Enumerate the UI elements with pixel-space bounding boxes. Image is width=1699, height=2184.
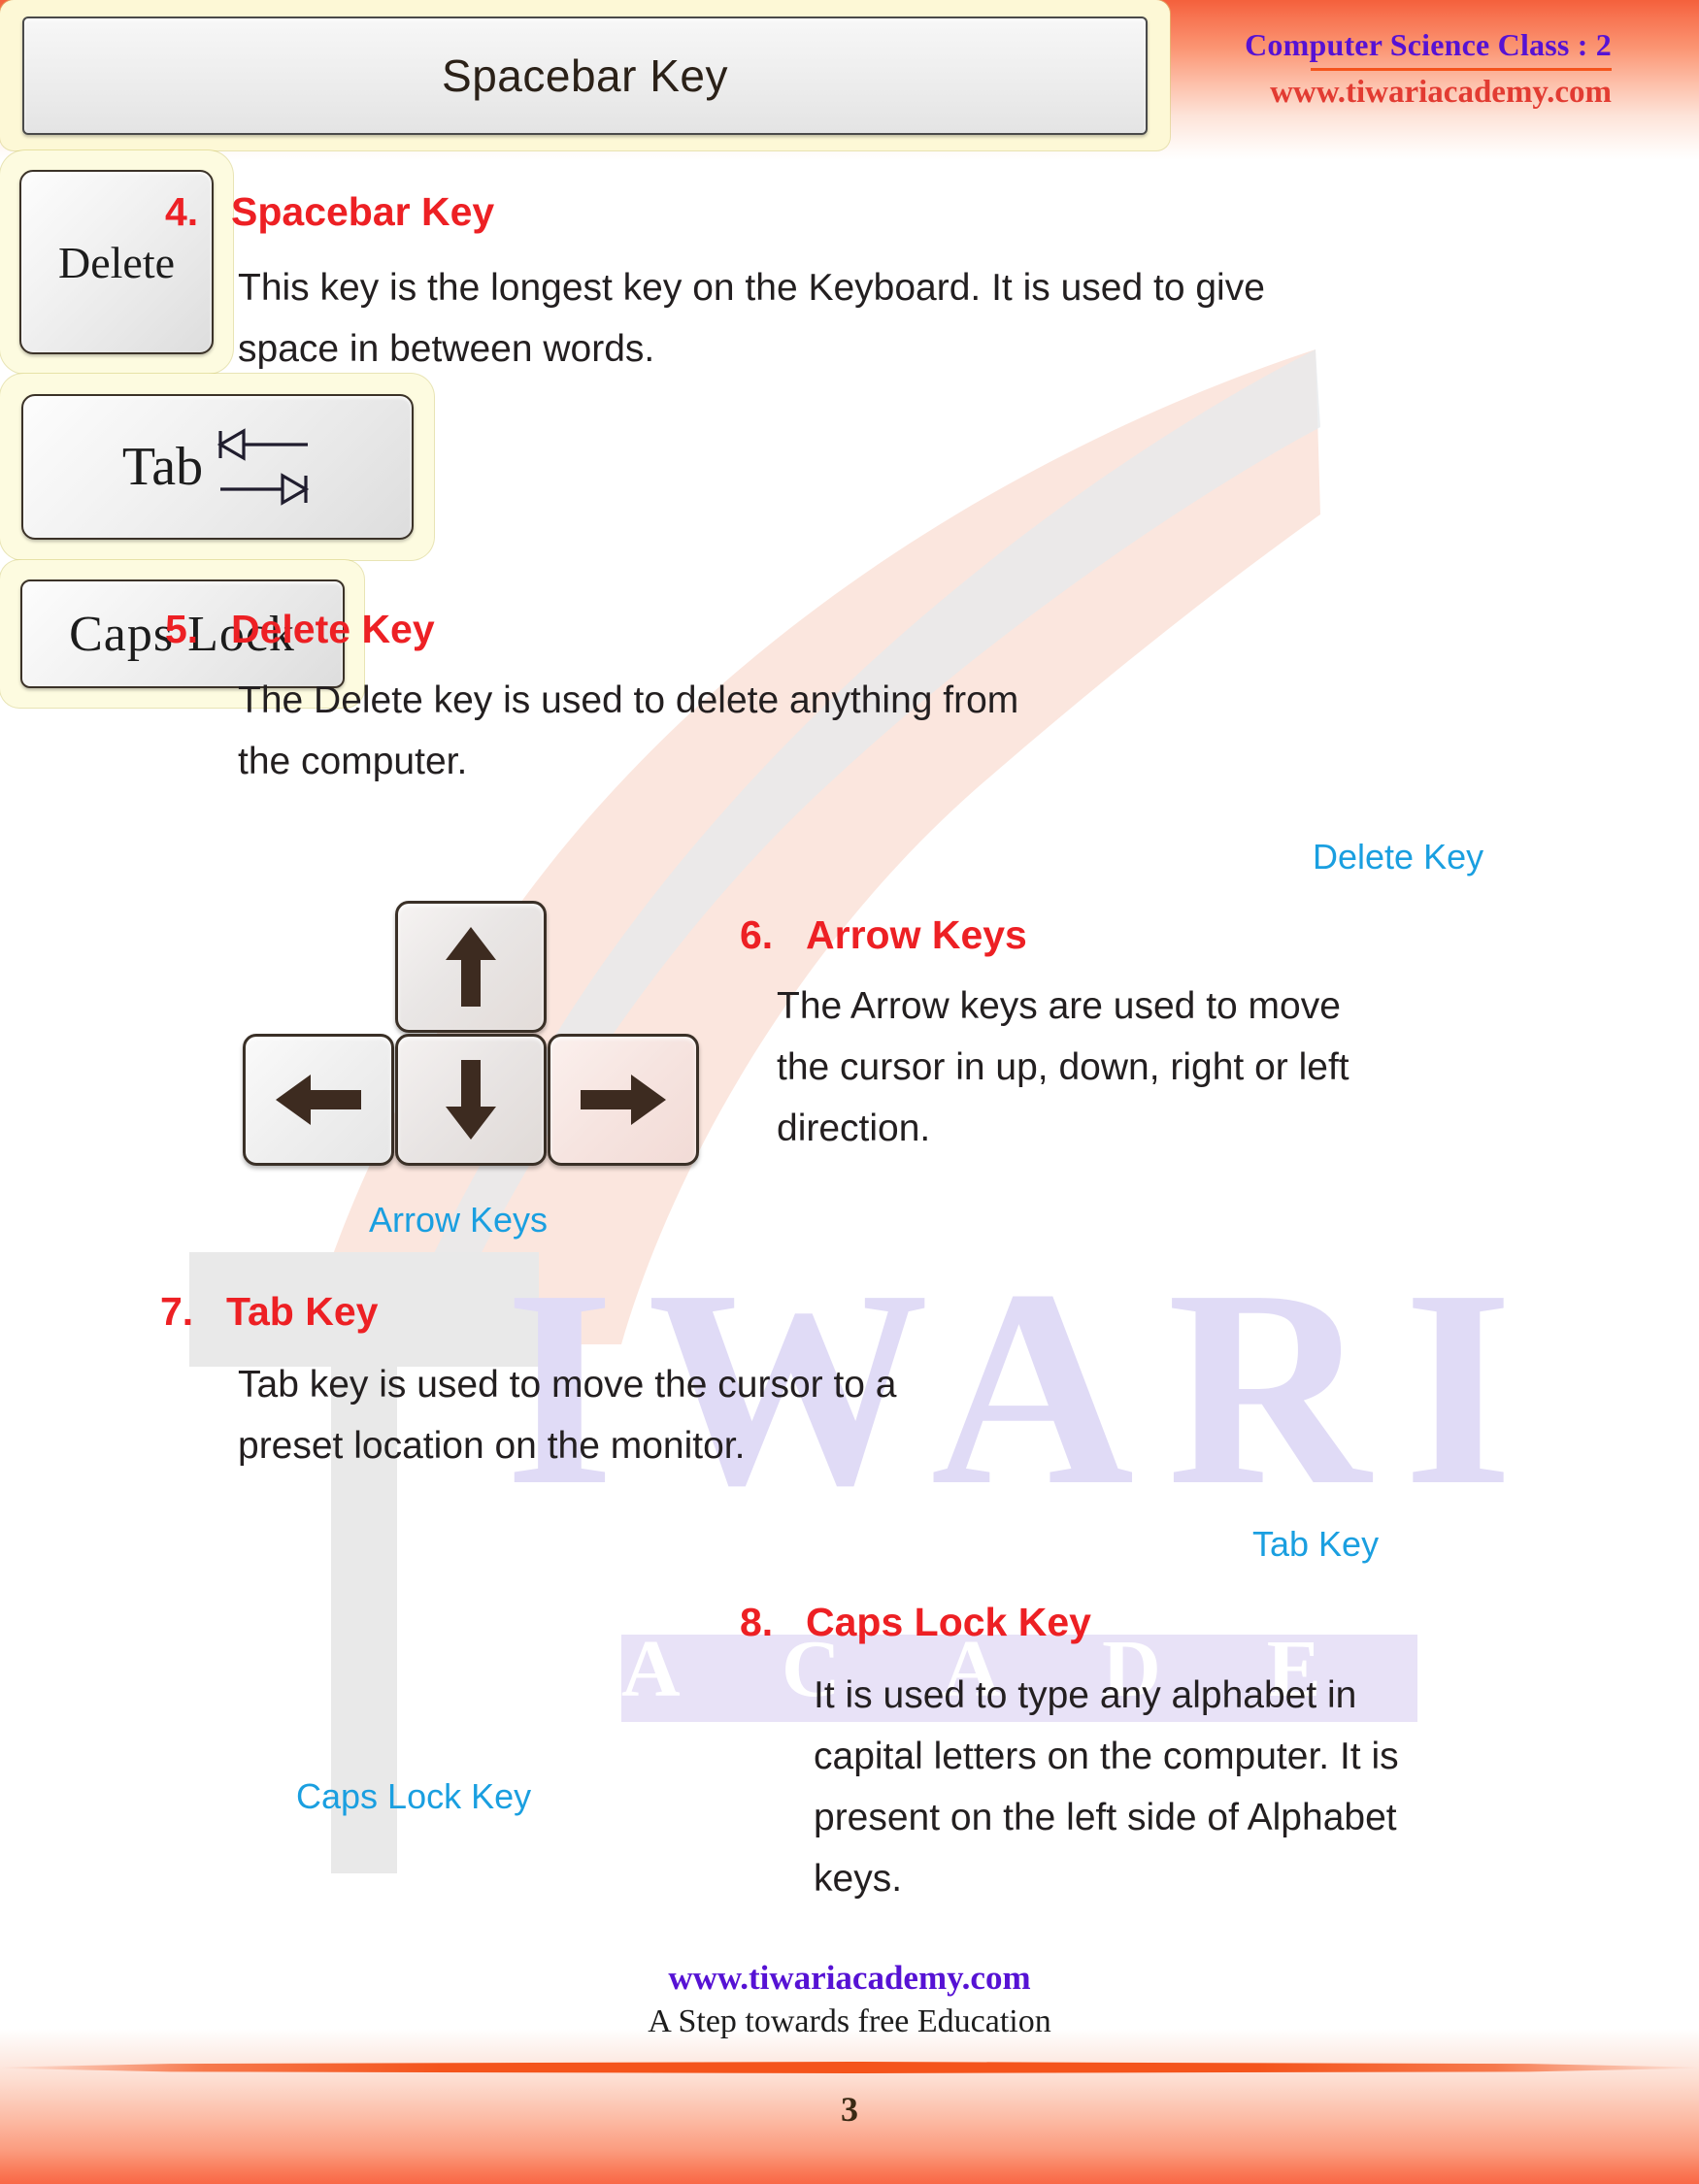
section-number: 7. bbox=[160, 1289, 194, 1334]
page-header: Computer Science Class : 2 www.tiwariaca… bbox=[1245, 27, 1612, 111]
right-arrow-key bbox=[548, 1034, 699, 1166]
header-divider bbox=[1311, 68, 1612, 71]
section-number: 4. bbox=[165, 189, 199, 234]
up-arrow-icon bbox=[446, 927, 496, 1007]
down-arrow-icon bbox=[446, 1060, 496, 1140]
section-heading-capslock: 8. Caps Lock Key bbox=[740, 1600, 1091, 1645]
section-body-arrow: The Arrow keys are used to move the curs… bbox=[777, 976, 1544, 1159]
body-line: This key is the longest key on the Keybo… bbox=[238, 267, 1265, 309]
section-body-delete: The Delete key is used to delete anythin… bbox=[238, 670, 1267, 792]
page-number: 3 bbox=[841, 2090, 858, 2129]
section-heading-spacebar: 4. Spacebar Key bbox=[165, 189, 494, 235]
body-line: preset location on the monitor. bbox=[238, 1425, 746, 1467]
body-line: space in between words. bbox=[238, 328, 655, 370]
section-title: Arrow Keys bbox=[806, 912, 1027, 957]
delete-key-graphic: Delete bbox=[0, 150, 233, 374]
section-heading-arrow: 6. Arrow Keys bbox=[740, 912, 1027, 958]
body-line: direction. bbox=[777, 1108, 931, 1149]
delete-key-label: Delete bbox=[57, 237, 176, 287]
section-body-tab: Tab key is used to move the cursor to a … bbox=[238, 1354, 1044, 1476]
document-page: IWARI A C A D E M Y Computer Science Cla… bbox=[0, 0, 1699, 2184]
body-line: The Arrow keys are used to move bbox=[777, 985, 1341, 1027]
left-arrow-icon bbox=[276, 1075, 361, 1125]
page-footer: www.tiwariacademy.com A Step towards fre… bbox=[0, 1959, 1699, 2040]
header-url[interactable]: www.tiwariacademy.com bbox=[1245, 75, 1612, 111]
caps-lock-key-caption: Caps Lock Key bbox=[296, 1776, 532, 1816]
down-arrow-key bbox=[395, 1034, 547, 1166]
tab-key-graphic: Tab bbox=[0, 374, 434, 560]
section-number: 5. bbox=[165, 607, 199, 651]
spacebar-key-face: Spacebar Key bbox=[22, 16, 1148, 135]
right-arrow-icon bbox=[581, 1075, 666, 1125]
body-line: present on the left side of Alphabet bbox=[814, 1797, 1397, 1838]
body-line: capital letters on the computer. It is bbox=[814, 1736, 1399, 1777]
tab-arrows-icon bbox=[217, 428, 310, 506]
section-body-spacebar: This key is the longest key on the Keybo… bbox=[238, 257, 1539, 380]
spacebar-key-graphic: Spacebar Key bbox=[0, 0, 1170, 150]
section-title: Spacebar Key bbox=[231, 189, 495, 234]
body-line: It is used to type any alphabet in bbox=[814, 1674, 1357, 1716]
tab-key-face: Tab bbox=[20, 394, 414, 540]
footer-url[interactable]: www.tiwariacademy.com bbox=[0, 1959, 1699, 1998]
footer-tagline: A Step towards free Education bbox=[648, 2003, 1051, 2039]
section-number: 6. bbox=[740, 912, 774, 957]
section-heading-tab: 7. Tab Key bbox=[160, 1289, 378, 1335]
up-arrow-key bbox=[395, 901, 547, 1033]
body-line: the cursor in up, down, right or left bbox=[777, 1046, 1349, 1088]
spacebar-key-label: Spacebar Key bbox=[442, 50, 728, 101]
header-title: Computer Science Class : 2 bbox=[1245, 27, 1612, 62]
tab-key-label: Tab bbox=[121, 437, 204, 497]
delete-key-caption: Delete Key bbox=[1313, 837, 1484, 877]
left-arrow-key bbox=[243, 1034, 394, 1166]
section-heading-delete: 5. Delete Key bbox=[165, 607, 435, 652]
section-title: Tab Key bbox=[226, 1289, 379, 1334]
section-body-capslock: It is used to type any alphabet in capit… bbox=[814, 1665, 1551, 1909]
body-line: the computer. bbox=[238, 741, 468, 782]
body-line: Tab key is used to move the cursor to a bbox=[238, 1364, 897, 1406]
body-line: keys. bbox=[814, 1858, 903, 1900]
tab-key-caption: Tab Key bbox=[1252, 1524, 1380, 1564]
arrow-keys-caption: Arrow Keys bbox=[369, 1200, 549, 1240]
section-title: Caps Lock Key bbox=[806, 1600, 1091, 1644]
section-number: 8. bbox=[740, 1600, 774, 1644]
section-title: Delete Key bbox=[231, 607, 435, 651]
body-line: The Delete key is used to delete anythin… bbox=[238, 679, 1019, 721]
